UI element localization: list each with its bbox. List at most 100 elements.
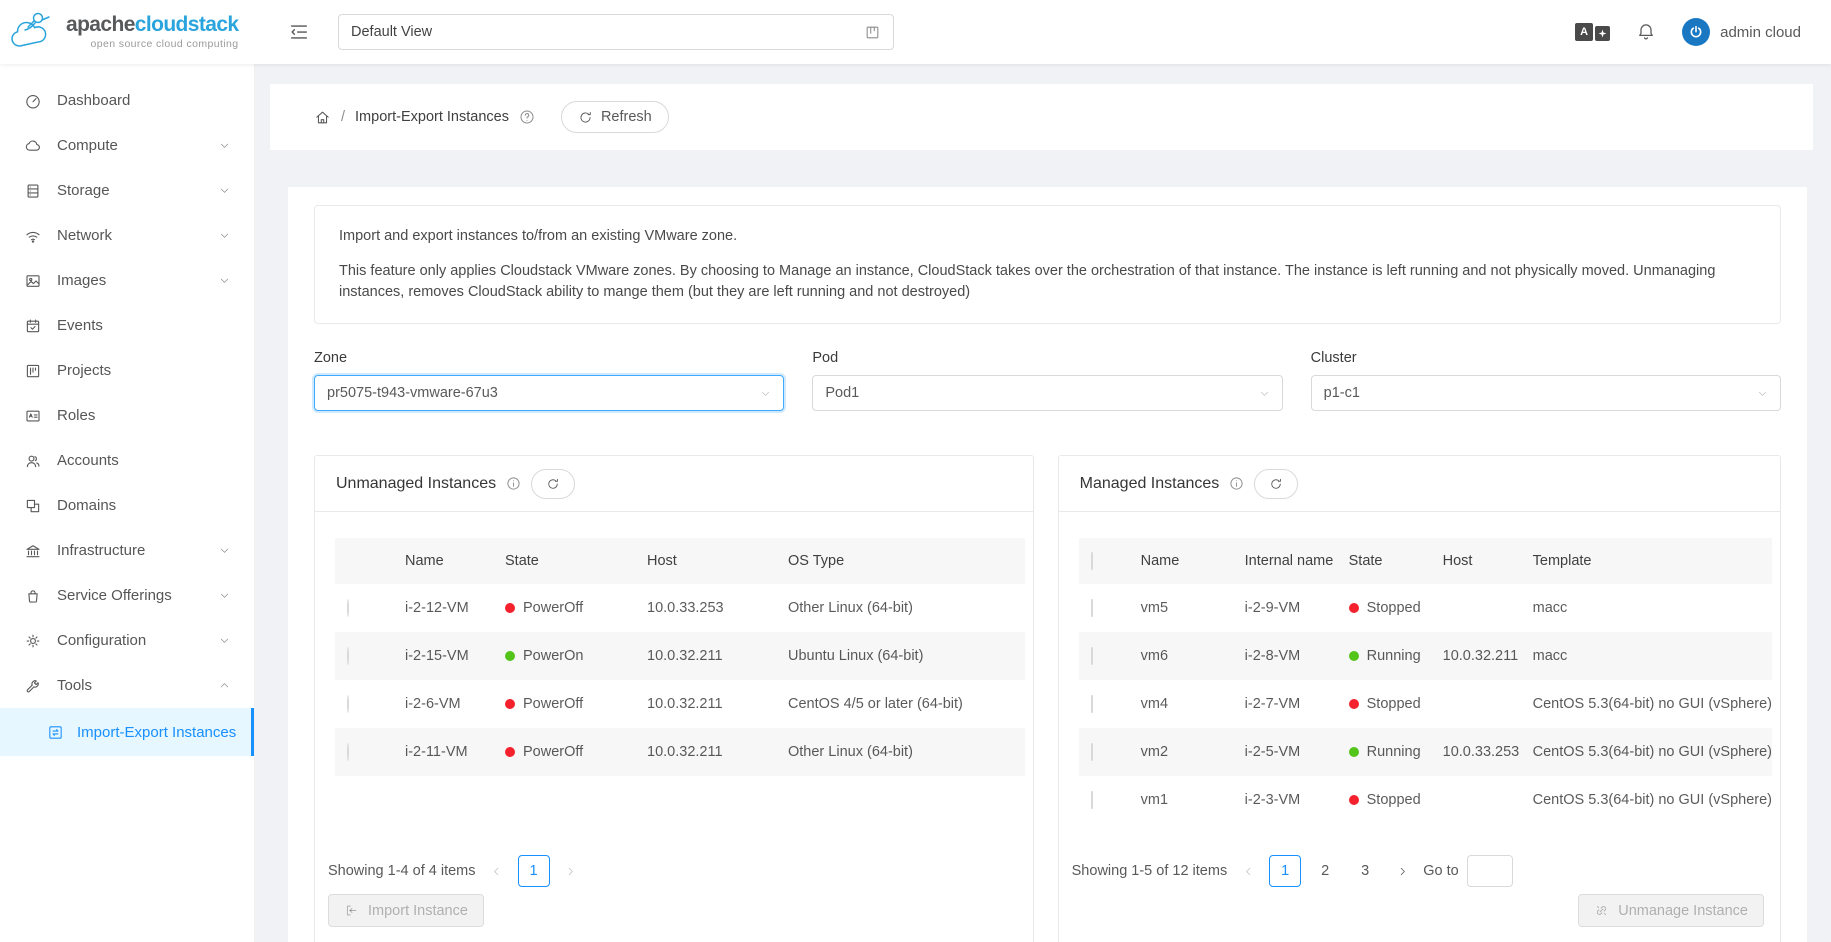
cluster-select[interactable]: p1-c1 [1311,375,1781,411]
status-dot [505,603,515,613]
chevron-up-icon [219,680,230,691]
table-row[interactable]: vm4 i-2-7-VM Stopped CentOS 5.3(64-bit) … [1079,680,1772,728]
prev-page-icon[interactable] [1235,855,1261,887]
brand-title: apachecloudstack [66,14,239,36]
unmanaged-table: Name State Host OS Type i-2-12-VM PowerO… [335,538,1025,776]
intro-line-1: Import and export instances to/from an e… [339,226,1756,247]
calendar-icon [24,317,42,335]
refresh-icon [578,110,593,125]
sidebar-item-infrastructure[interactable]: Infrastructure [0,528,254,573]
status-dot [1349,603,1359,613]
unmanage-instance-button[interactable]: Unmanage Instance [1578,894,1764,927]
unmanaged-instances-panel: Unmanaged Instances Name State Host OS T… [314,455,1034,942]
page-number[interactable]: 2 [1309,855,1341,887]
row-radio[interactable] [347,599,349,617]
refresh-button[interactable]: Refresh [561,101,669,133]
sidebar-item-events[interactable]: Events [0,303,254,348]
zone-select[interactable]: pr5075-t943-vmware-67u3 [314,375,784,411]
select-all-checkbox[interactable] [1091,552,1093,570]
zone-label: Zone [314,350,784,366]
import-instance-button[interactable]: Import Instance [328,894,484,927]
sidebar-item-storage[interactable]: Storage [0,168,254,213]
prev-page-icon[interactable] [484,855,510,887]
cloudstack-logo-icon [8,8,60,56]
brand: apachecloudstack open source cloud compu… [0,0,255,64]
brand-subtitle: open source cloud computing [66,39,239,50]
table-row[interactable]: vm5 i-2-9-VM Stopped macc [1079,584,1772,632]
block-icon [24,497,42,515]
table-row[interactable]: i-2-11-VM PowerOff 10.0.32.211 Other Lin… [335,728,1025,776]
row-checkbox[interactable] [1091,599,1093,617]
wrench-icon [24,677,42,695]
unmanaged-table-header: Name State Host OS Type [335,538,1025,584]
translate-icon[interactable]: A [1575,23,1610,41]
unmanaged-refresh-button[interactable] [531,469,575,499]
pod-select[interactable]: Pod1 [812,375,1282,411]
next-page-icon[interactable] [1389,855,1415,887]
row-radio[interactable] [347,647,349,665]
row-checkbox[interactable] [1091,743,1093,761]
database-icon [24,182,42,200]
sidebar-item-images[interactable]: Images [0,258,254,303]
menu-fold-icon[interactable] [288,21,310,43]
managed-table-header: Name Internal name State Host Template [1079,538,1772,584]
goto-label: Go to [1423,863,1458,879]
sidebar-item-dashboard[interactable]: Dashboard [0,78,254,123]
notifications-bell-icon[interactable] [1636,22,1656,42]
row-checkbox[interactable] [1091,647,1093,665]
sidebar-item-accounts[interactable]: Accounts [0,438,254,483]
next-page-icon[interactable] [558,855,584,887]
goto-page-input[interactable] [1467,855,1513,887]
managed-instances-panel: Managed Instances Name Internal name Sta… [1058,455,1781,942]
breadcrumb: / Import-Export Instances [314,109,535,126]
refresh-icon [1269,477,1283,491]
row-checkbox[interactable] [1091,791,1093,809]
info-icon[interactable] [1229,476,1244,491]
managed-refresh-button[interactable] [1254,469,1298,499]
status-dot [505,651,515,661]
chevron-down-icon [219,545,230,556]
idcard-icon [24,407,42,425]
sidebar-item-service-offerings[interactable]: Service Offerings [0,573,254,618]
breadcrumb-bar: / Import-Export Instances Refresh [270,84,1813,150]
view-selector[interactable]: Default View [338,14,894,50]
chevron-down-icon [760,388,771,399]
sidebar-item-configuration[interactable]: Configuration [0,618,254,663]
dashboard-icon [24,92,42,110]
team-icon [24,452,42,470]
status-dot [1349,795,1359,805]
table-row[interactable]: i-2-12-VM PowerOff 10.0.33.253 Other Lin… [335,584,1025,632]
import-icon [344,903,359,918]
table-row[interactable]: vm1 i-2-3-VM Stopped CentOS 5.3(64-bit) … [1079,776,1772,824]
sidebar-item-domains[interactable]: Domains [0,483,254,528]
row-checkbox[interactable] [1091,695,1093,713]
row-radio[interactable] [347,695,349,713]
pod-label: Pod [812,350,1282,366]
sidebar-item-projects[interactable]: Projects [0,348,254,393]
row-radio[interactable] [347,743,349,761]
sidebar-item-roles[interactable]: Roles [0,393,254,438]
table-row[interactable]: i-2-6-VM PowerOff 10.0.32.211 CentOS 4/5… [335,680,1025,728]
sidebar-item-tools[interactable]: Tools [0,663,254,708]
page-number[interactable]: 3 [1349,855,1381,887]
filter-row: Zone pr5075-t943-vmware-67u3 Pod Pod1 Cl… [314,350,1781,411]
disconnect-icon [1594,903,1609,918]
table-row[interactable]: vm2 i-2-5-VM Running 10.0.33.253 CentOS … [1079,728,1772,776]
home-icon[interactable] [314,109,331,126]
info-icon[interactable] [506,476,521,491]
table-row[interactable]: vm6 i-2-8-VM Running 10.0.32.211 macc [1079,632,1772,680]
help-question-icon[interactable] [519,109,535,125]
unmanaged-panel-title: Unmanaged Instances [336,475,496,493]
chevron-down-icon [219,590,230,601]
unmanaged-pagination: Showing 1-4 of 4 items 1 [328,855,1020,887]
sidebar-item-compute[interactable]: Compute [0,123,254,168]
page-number[interactable]: 1 [518,855,550,887]
intro-line-2: This feature only applies Cloudstack VMw… [339,261,1756,303]
sidebar-item-network[interactable]: Network [0,213,254,258]
sidebar-item-import-export-instances[interactable]: Import-Export Instances [0,708,254,756]
user-menu[interactable]: admin cloud [1682,18,1801,46]
breadcrumb-separator: / [341,109,345,125]
table-row[interactable]: i-2-15-VM PowerOn 10.0.32.211 Ubuntu Lin… [335,632,1025,680]
refresh-icon [546,477,560,491]
page-number[interactable]: 1 [1269,855,1301,887]
